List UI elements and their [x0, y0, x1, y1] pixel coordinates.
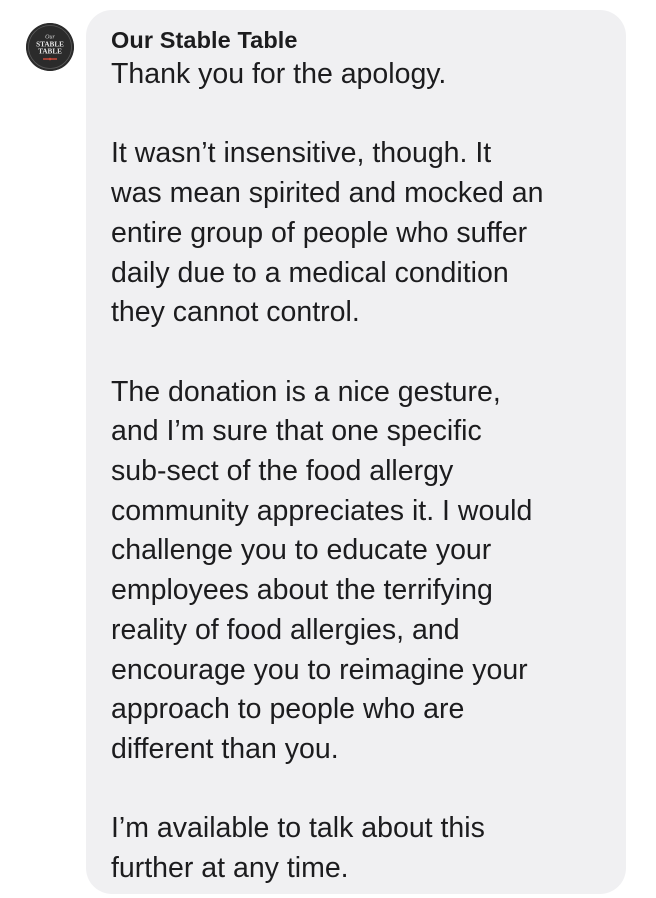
message-body: Thank you for the apology. It wasn’t inse… — [111, 55, 614, 889]
message-line: challenge you to educate your — [111, 534, 492, 567]
message-line: Thank you for the apology. — [111, 58, 447, 90]
message-paragraph: It wasn’t insensitive, though. It was mea… — [111, 134, 614, 333]
message-line: encourage you to reimagine your — [111, 653, 528, 686]
avatar-text-table: TABLE — [38, 48, 62, 56]
message-line: entire group of people who suffer — [111, 216, 528, 249]
message-line: I’m available to talk about this — [111, 812, 485, 845]
message-line: and I’m sure that one specific — [111, 415, 482, 448]
message-line: further at any time. — [111, 852, 349, 885]
message-line: approach to people who are — [111, 693, 465, 726]
sender-avatar[interactable]: Our STABLE TABLE — [26, 23, 74, 71]
message-line: employees about the terrifying — [111, 574, 493, 607]
message-line: reality of food allergies, and — [111, 613, 460, 646]
message-line: The donation is a nice gesture, — [111, 375, 501, 408]
restaurant-logo-icon: Our STABLE TABLE — [26, 23, 74, 71]
message-line: was mean spirited and mocked an — [111, 177, 544, 210]
message-paragraph: I’m available to talk about this further … — [111, 809, 614, 888]
message-line: It wasn’t insensitive, though. It — [111, 137, 492, 170]
message-bubble: Our Stable Table Thank you for the apolo… — [86, 10, 626, 894]
sender-name[interactable]: Our Stable Table — [111, 25, 614, 55]
message-line: community appreciates it. I would — [111, 494, 533, 527]
message-line: they cannot control. — [111, 296, 360, 329]
message-paragraph: The donation is a nice gesture, and I’m s… — [111, 373, 614, 770]
message-line: different than you. — [111, 732, 339, 765]
message-line: daily due to a medical condition — [111, 256, 509, 289]
message-line: sub-sect of the food allergy — [111, 455, 454, 487]
message-paragraph: Thank you for the apology. — [111, 55, 614, 95]
message-row: Our STABLE TABLE Our Stable Table Thank … — [0, 0, 656, 898]
